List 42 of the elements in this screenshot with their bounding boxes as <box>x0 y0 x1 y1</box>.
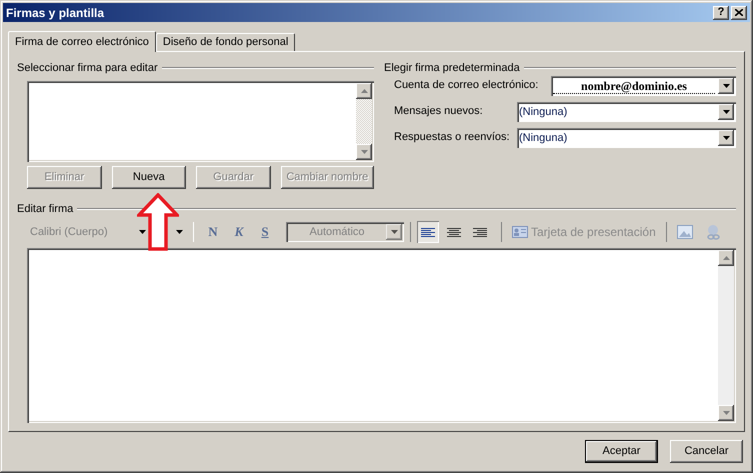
arrow-drawing <box>137 193 179 251</box>
up-arrow-icon <box>360 89 368 93</box>
field-label: Cuenta de correo electrónico: <box>394 78 538 93</box>
dropdown-arrow-icon <box>722 84 730 88</box>
dropdown-button[interactable] <box>718 104 734 120</box>
align-center-icon <box>447 226 461 238</box>
align-left-icon <box>421 226 435 238</box>
align-button[interactable] <box>417 221 439 243</box>
dialog-button[interactable]: Aceptar <box>585 440 658 463</box>
scroll-up-button[interactable] <box>356 83 372 99</box>
close-button[interactable] <box>731 6 747 20</box>
field-label: Respuestas o reenvíos: <box>394 130 510 145</box>
close-icon <box>735 9 743 16</box>
dropdown-arrow-icon <box>722 136 730 140</box>
down-arrow-icon <box>360 150 368 154</box>
tab[interactable]: Firma de correo electrónico <box>8 31 156 52</box>
field-label: Mensajes nuevos: <box>394 104 483 119</box>
signature-list[interactable] <box>27 81 374 162</box>
up-arrow-icon <box>722 256 730 260</box>
group-title: Seleccionar firma para editar <box>17 60 158 76</box>
group-title: Editar firma <box>17 202 74 217</box>
dropdown-field[interactable]: (Ninguna) <box>517 102 736 122</box>
tab[interactable]: Diseño de fondo personal <box>156 33 296 51</box>
scroll-down-button[interactable] <box>718 405 734 421</box>
dropdown-arrow-icon <box>138 230 146 234</box>
dropdown-button[interactable] <box>718 78 734 94</box>
dropdown-arrow-icon <box>722 110 730 114</box>
action-button[interactable]: Nueva <box>112 166 186 189</box>
dropdown-field[interactable]: (Ninguna) <box>517 128 736 148</box>
window-title: Firmas y plantilla <box>6 4 104 22</box>
dropdown-arrow-icon <box>390 230 398 234</box>
group-title: Elegir firma predeterminada <box>384 60 520 76</box>
align-right-icon <box>473 226 487 238</box>
help-button[interactable]: ? <box>713 6 729 20</box>
dropdown-arrow-icon <box>176 230 183 234</box>
dropdown-button[interactable] <box>718 130 734 146</box>
dropdown-field[interactable]: nombre@dominio.es <box>551 76 736 96</box>
card-icon <box>512 226 528 238</box>
scroll-up-button[interactable] <box>718 250 734 266</box>
dialog-button[interactable]: Cancelar <box>670 440 743 463</box>
down-arrow-icon <box>722 411 730 415</box>
scroll-down-button[interactable] <box>356 144 372 160</box>
